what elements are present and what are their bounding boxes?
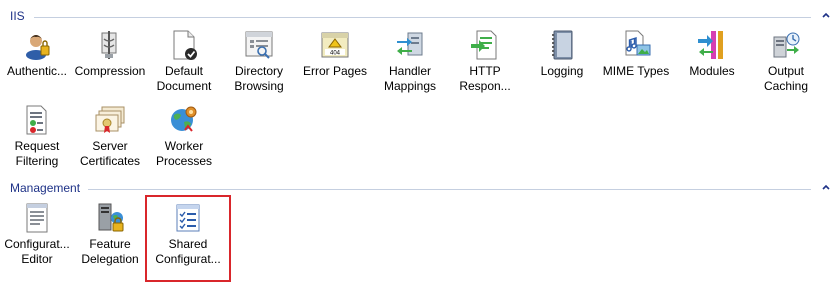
group-title-iis: IIS xyxy=(10,9,25,23)
feature-shared-configuration[interactable]: Shared Configurat... xyxy=(151,202,225,274)
feature-delegation-icon xyxy=(94,202,126,234)
feature-label: Authentic... xyxy=(6,64,68,78)
output-caching-icon xyxy=(770,29,802,61)
feature-compression[interactable]: Compression xyxy=(73,29,147,101)
feature-label: Default Document xyxy=(156,64,212,93)
feature-output-caching[interactable]: Output Caching xyxy=(749,29,823,101)
feature-handler-mappings[interactable]: Handler Mappings xyxy=(373,29,447,101)
server-certificates-icon xyxy=(94,104,126,136)
feature-feature-delegation[interactable]: Feature Delegation xyxy=(73,202,147,274)
default-document-icon xyxy=(168,29,200,61)
feature-worker-processes[interactable]: Worker Processes xyxy=(147,104,221,176)
logging-icon xyxy=(546,29,578,61)
chevron-up-icon[interactable] xyxy=(821,10,831,20)
group-divider-iis xyxy=(34,17,811,18)
handler-mappings-icon xyxy=(394,29,426,61)
directory-browsing-icon xyxy=(243,29,275,61)
feature-default-document[interactable]: Default Document xyxy=(147,29,221,101)
feature-label: Worker Processes xyxy=(155,139,213,168)
feature-label: Directory Browsing xyxy=(234,64,284,93)
error-code-text: 404 xyxy=(330,51,341,57)
compression-icon xyxy=(94,29,126,61)
feature-mime-types[interactable]: MIME Types xyxy=(599,29,673,101)
shared-configuration-icon xyxy=(172,202,204,234)
feature-server-certificates[interactable]: Server Certificates xyxy=(73,104,147,176)
feature-directory-browsing[interactable]: Directory Browsing xyxy=(222,29,296,101)
error-pages-icon: 404 xyxy=(319,29,351,61)
feature-label: Shared Configurat... xyxy=(155,237,221,266)
feature-label: Logging xyxy=(540,64,584,78)
feature-label: Request Filtering xyxy=(14,139,60,168)
feature-http-response-headers[interactable]: HTTP Respon... xyxy=(448,29,522,101)
feature-request-filtering[interactable]: Request Filtering xyxy=(0,104,74,176)
group-header-management[interactable]: Management xyxy=(0,181,837,197)
group-divider-management xyxy=(88,189,811,190)
feature-modules[interactable]: Modules xyxy=(675,29,749,101)
worker-processes-icon xyxy=(168,104,200,136)
feature-label: Configurat... Editor xyxy=(4,237,70,266)
feature-label: Modules xyxy=(689,64,735,78)
feature-label: Feature Delegation xyxy=(81,237,139,266)
feature-configuration-editor[interactable]: Configurat... Editor xyxy=(0,202,74,274)
modules-icon xyxy=(696,29,728,61)
group-header-iis[interactable]: IIS xyxy=(0,9,837,25)
group-title-management: Management xyxy=(10,181,81,195)
feature-label: Error Pages xyxy=(302,64,368,78)
chevron-up-icon[interactable] xyxy=(821,182,831,192)
feature-error-pages[interactable]: 404 Error Pages xyxy=(298,29,372,101)
feature-authentication[interactable]: Authentic... xyxy=(0,29,74,101)
request-filtering-icon xyxy=(21,104,53,136)
feature-label: Handler Mappings xyxy=(383,64,437,93)
feature-logging[interactable]: Logging xyxy=(525,29,599,101)
configuration-editor-icon xyxy=(21,202,53,234)
mime-types-icon xyxy=(620,29,652,61)
feature-label: MIME Types xyxy=(602,64,670,78)
feature-label: Output Caching xyxy=(763,64,809,93)
feature-label: HTTP Respon... xyxy=(459,64,511,93)
http-response-headers-icon xyxy=(469,29,501,61)
feature-label: Compression xyxy=(74,64,146,78)
authentication-icon xyxy=(21,29,53,61)
feature-label: Server Certificates xyxy=(79,139,141,168)
